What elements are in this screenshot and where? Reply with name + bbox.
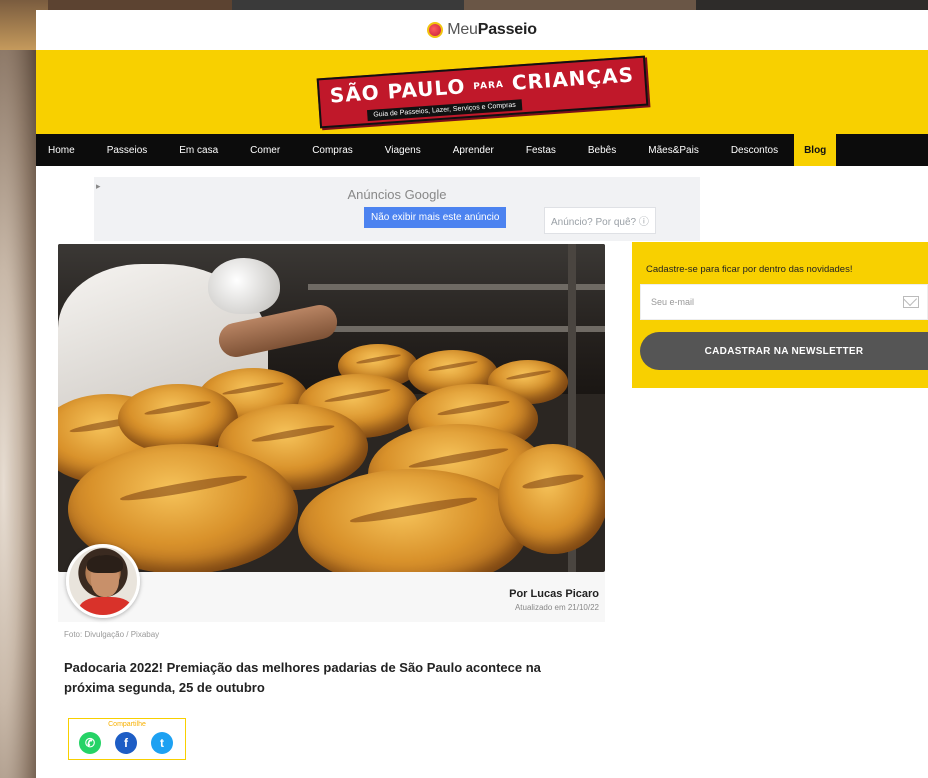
email-placeholder: Seu e-mail: [651, 297, 695, 307]
author-avatar[interactable]: [66, 544, 140, 618]
nav-item-maes-pais[interactable]: Mães&Pais: [632, 134, 715, 166]
nav-item-descontos[interactable]: Descontos: [715, 134, 794, 166]
nav-item-festas[interactable]: Festas: [510, 134, 572, 166]
why-ad-button[interactable]: Anúncio? Por quê? ⓘ: [544, 207, 656, 234]
photo-credit: Foto: Divulgação / Pixabay: [64, 630, 160, 639]
facebook-share-button[interactable]: f: [115, 732, 137, 754]
site-header: SÃO PAULO PARA CRIANÇAS Guia de Passeios…: [36, 50, 928, 134]
hide-ad-button[interactable]: Não exibir mais este anúncio: [364, 207, 507, 228]
baker-hat: [208, 258, 280, 314]
share-label: Compartilhe: [104, 721, 150, 728]
whatsapp-share-button[interactable]: ✆: [79, 732, 101, 754]
sao-paulo-para-criancas-logo[interactable]: SÃO PAULO PARA CRIANÇAS Guia de Passeios…: [316, 55, 648, 129]
nav-item-blog[interactable]: Blog: [794, 134, 837, 166]
oven-rail: [308, 284, 605, 290]
nav-item-viagens[interactable]: Viagens: [369, 134, 437, 166]
newsletter-box: Cadastre-se para ficar por dentro das no…: [632, 242, 928, 388]
author-name[interactable]: Por Lucas Picaro: [509, 588, 599, 600]
main-nav: Home Passeios Em casa Comer Compras Viag…: [36, 134, 928, 166]
updated-date: Atualizado em 21/10/22: [514, 603, 599, 612]
nav-item-compras[interactable]: Compras: [296, 134, 369, 166]
web-page: MeuPasseio SÃO PAULO PARA CRIANÇAS Guia …: [36, 10, 928, 778]
twitter-share-button[interactable]: t: [151, 732, 173, 754]
twitter-icon: t: [160, 736, 164, 750]
google-ad-notice: ▸ Anúncios Google Não exibir mais este a…: [94, 177, 700, 241]
logo-text-end: CRIANÇAS: [510, 62, 635, 95]
logo-text-main: SÃO PAULO: [328, 74, 466, 108]
meupasseio-logo[interactable]: MeuPasseio: [36, 10, 928, 50]
nav-item-comer[interactable]: Comer: [234, 134, 296, 166]
newsletter-title: Cadastre-se para ficar por dentro das no…: [646, 264, 853, 275]
oven-rail: [318, 326, 605, 332]
envelope-icon: [903, 296, 919, 308]
article-hero-image[interactable]: [58, 244, 605, 572]
background-photo-strip: [0, 0, 928, 10]
nav-item-home[interactable]: Home: [44, 134, 91, 166]
background-texture: [0, 50, 36, 778]
bread-loaf: [498, 444, 605, 554]
logo-text-para: PARA: [472, 79, 504, 93]
nav-item-aprender[interactable]: Aprender: [437, 134, 510, 166]
brand-light: Meu: [447, 21, 478, 38]
meupasseio-logo-icon: [427, 22, 444, 38]
email-field[interactable]: Seu e-mail: [640, 284, 928, 320]
nav-item-bebes[interactable]: Bebês: [572, 134, 632, 166]
share-box: Compartilhe ✆ f t: [68, 718, 186, 760]
brand-bold: Passeio: [477, 21, 537, 38]
nav-item-passeios[interactable]: Passeios: [91, 134, 164, 166]
nav-item-em-casa[interactable]: Em casa: [163, 134, 234, 166]
facebook-icon: f: [124, 736, 128, 750]
article-headline: Padocaria 2022! Premiação das melhores p…: [64, 660, 541, 695]
subscribe-newsletter-button[interactable]: CADASTRAR NA NEWSLETTER: [640, 332, 928, 370]
ad-title: Anúncios Google: [347, 187, 447, 202]
whatsapp-icon: ✆: [84, 736, 96, 750]
author-card: Por Lucas Picaro Atualizado em 21/10/22: [58, 572, 605, 622]
